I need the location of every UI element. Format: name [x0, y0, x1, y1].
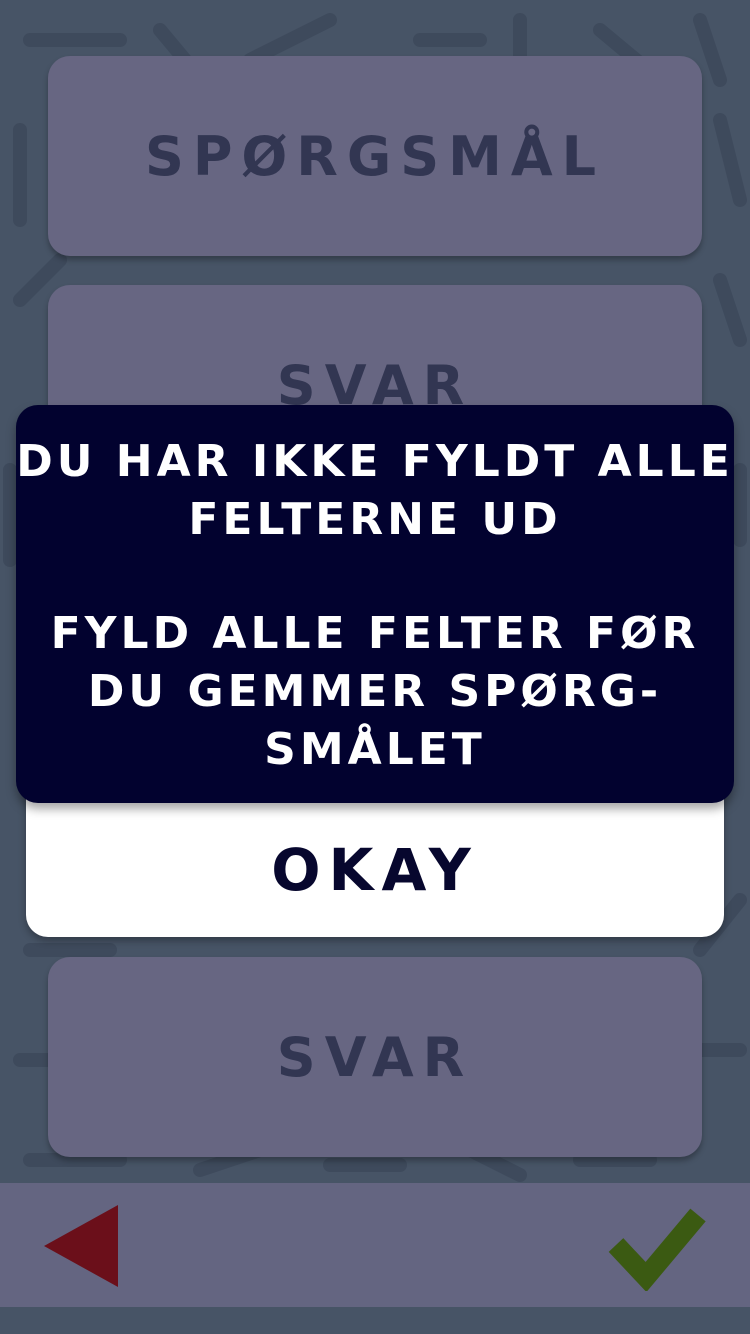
bottom-toolbar — [0, 1183, 750, 1307]
question-field[interactable]: SPØRGSMÅL — [48, 56, 702, 256]
okay-button[interactable]: OKAY — [26, 780, 724, 937]
dialog-message-line: DU HAR IKKE FYLDT ALLE — [16, 436, 734, 487]
question-field-label: SPØRGSMÅL — [144, 124, 606, 188]
dialog-instruction-line: SMÅLET — [264, 724, 486, 775]
confirm-button[interactable] — [604, 1201, 708, 1293]
answer-field-label: SVAR — [276, 1025, 474, 1089]
dialog-message-line: FELTERNE UD — [188, 494, 562, 545]
back-button[interactable] — [38, 1201, 128, 1291]
okay-button-label: OKAY — [271, 835, 479, 904]
back-arrow-icon — [44, 1205, 118, 1287]
footer-strip — [0, 1307, 750, 1334]
dialog-instruction-line: FYLD ALLE FELTER FØR — [50, 608, 700, 659]
dialog-message: DU HAR IKKE FYLDT ALLE FELTERNE UD — [16, 433, 734, 549]
dialog-instruction: FYLD ALLE FELTER FØR DU GEMMER SPØRG- SM… — [16, 605, 734, 779]
error-dialog: DU HAR IKKE FYLDT ALLE FELTERNE UD FYLD … — [16, 405, 734, 803]
answer-field-4[interactable]: SVAR — [48, 957, 702, 1157]
dialog-instruction-line: DU GEMMER SPØRG- — [87, 666, 663, 717]
checkmark-icon — [608, 1208, 706, 1293]
